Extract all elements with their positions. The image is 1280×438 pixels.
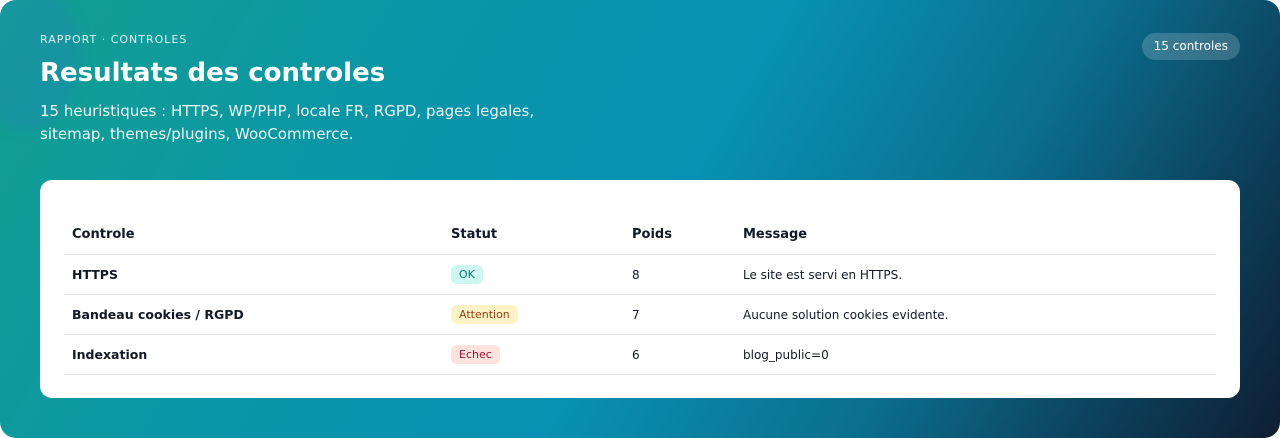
status-badge: Attention <box>451 305 518 324</box>
cell-controle: Bandeau cookies / RGPD <box>64 294 443 335</box>
status-badge: OK <box>451 265 483 284</box>
results-card: Controle Statut Poids Message HTTPS OK 8… <box>40 180 1240 398</box>
results-hero: RAPPORT · CONTROLES Resultats des contro… <box>0 0 1280 438</box>
cell-controle: HTTPS <box>64 254 443 295</box>
page-title: Resultats des controles <box>40 58 386 88</box>
results-table: Controle Statut Poids Message HTTPS OK 8… <box>64 214 1216 375</box>
cell-poids: 6 <box>624 334 735 375</box>
cell-statut: Echec <box>443 334 624 375</box>
table-row: HTTPS OK 8 Le site est servi en HTTPS. <box>64 254 1216 295</box>
table-row: Indexation Echec 6 blog_public=0 <box>64 334 1216 375</box>
cell-controle: Indexation <box>64 334 443 375</box>
table-header-row: Controle Statut Poids Message <box>64 214 1216 255</box>
cell-message: Le site est servi en HTTPS. <box>735 254 1216 295</box>
cell-message: blog_public=0 <box>735 334 1216 375</box>
cell-statut: OK <box>443 254 624 295</box>
eyebrow-label: RAPPORT · CONTROLES <box>40 33 188 46</box>
table-row: Bandeau cookies / RGPD Attention 7 Aucun… <box>64 294 1216 335</box>
cell-statut: Attention <box>443 294 624 335</box>
column-header-controle: Controle <box>64 214 443 255</box>
column-header-message: Message <box>735 214 1216 255</box>
column-header-poids: Poids <box>624 214 735 255</box>
column-header-statut: Statut <box>443 214 624 255</box>
cell-poids: 8 <box>624 254 735 295</box>
page-subtitle: 15 heuristiques : HTTPS, WP/PHP, locale … <box>40 102 535 143</box>
cell-message: Aucune solution cookies evidente. <box>735 294 1216 335</box>
cell-poids: 7 <box>624 294 735 335</box>
status-badge: Echec <box>451 345 500 364</box>
controls-count-badge: 15 controles <box>1141 33 1240 60</box>
